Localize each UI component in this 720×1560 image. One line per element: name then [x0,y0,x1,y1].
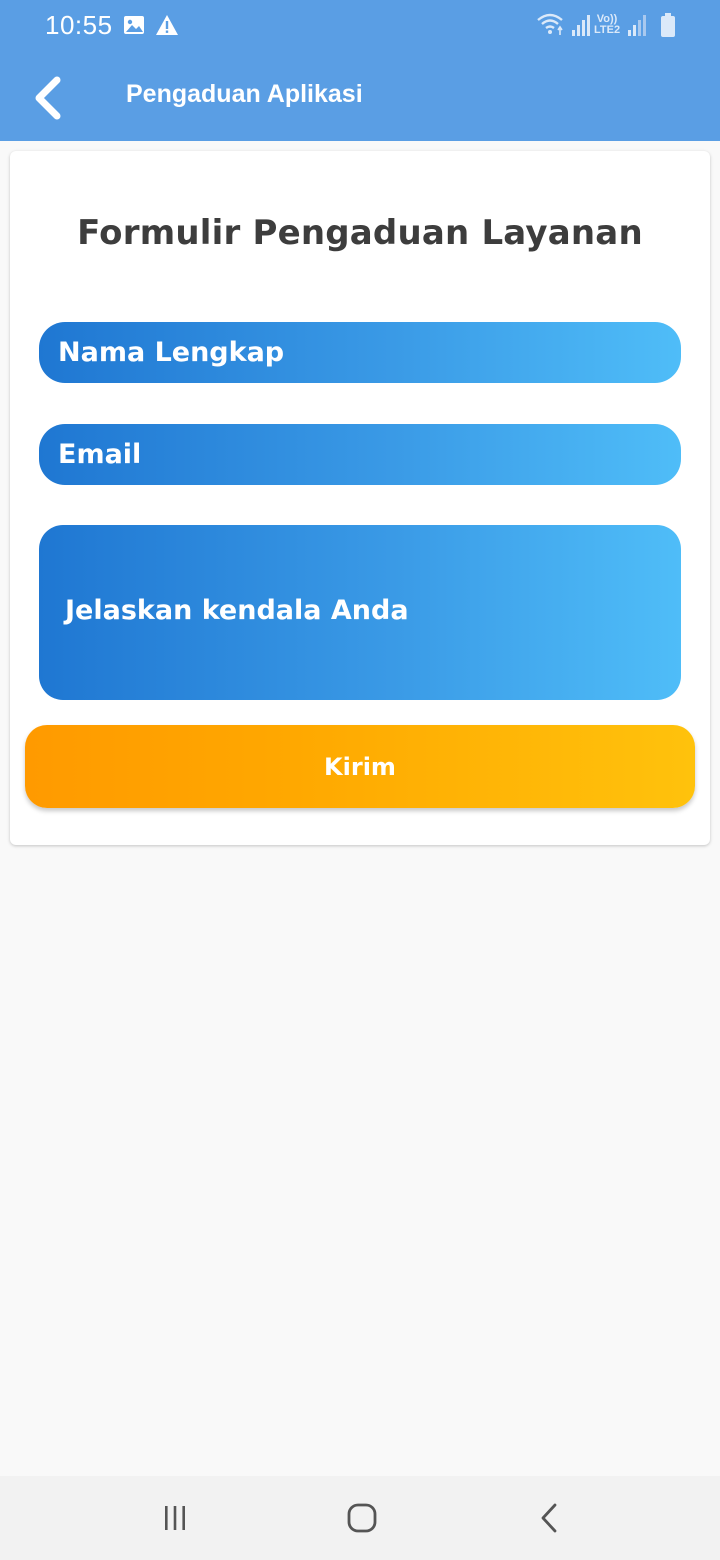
back-icon [541,1503,557,1533]
warning-icon [155,14,179,41]
submit-button[interactable]: Kirim [25,725,695,808]
recent-apps-icon [165,1506,185,1530]
system-back-button[interactable] [520,1498,580,1538]
home-icon [347,1503,377,1533]
wifi-icon [536,12,566,43]
home-button[interactable] [332,1498,392,1538]
page-title: Pengaduan Aplikasi [126,80,363,108]
image-icon [123,14,145,41]
complaint-description-textarea[interactable] [39,525,681,700]
battery-icon [660,12,676,43]
complaint-form-card: Formulir Pengaduan Layanan Kirim [10,151,710,845]
signal-icon [570,12,592,43]
recent-apps-button[interactable] [145,1498,205,1538]
email-input[interactable] [39,424,681,485]
app-bar: 10:55 Vo)) LTE2 Pengaduan Aplikasi [0,0,720,141]
volte-icon: Vo)) LTE2 [594,14,620,36]
signal-icon-2 [626,12,648,43]
status-time: 10:55 [45,10,113,40]
network-label-bottom: LTE2 [594,24,621,36]
system-nav-bar [0,1476,720,1560]
toolbar: Pengaduan Aplikasi [0,56,720,141]
back-button[interactable] [20,70,76,126]
chevron-left-icon [35,76,61,120]
form-title: Formulir Pengaduan Layanan [77,213,643,253]
full-name-input[interactable] [39,322,681,383]
status-bar: 10:55 Vo)) LTE2 [0,0,720,56]
